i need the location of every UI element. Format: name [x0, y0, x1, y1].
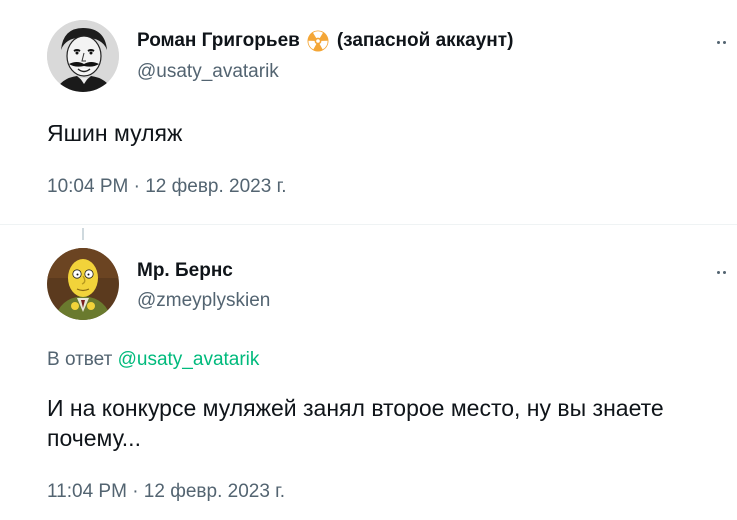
avatar[interactable]: [47, 20, 119, 92]
reply-mention-link[interactable]: @usaty_avatarik: [118, 349, 260, 370]
avatar[interactable]: [47, 248, 119, 320]
reply-context: В ответ @usaty_avatarik: [47, 348, 259, 372]
more-icon[interactable]: [717, 37, 737, 47]
tweet-text: И на конкурсе муляжей занял второе место…: [47, 395, 664, 451]
avatar-mr-burns-image: [47, 248, 119, 320]
more-icon[interactable]: [717, 267, 737, 277]
display-name-suffix[interactable]: (запасной аккаунт): [337, 29, 514, 53]
more-dot: [717, 270, 720, 274]
reply-prefix: В ответ: [47, 349, 113, 370]
author-name-line[interactable]: Роман Григорьев (запасной аккаунт): [137, 29, 513, 53]
display-name[interactable]: Роман Григорьев: [137, 29, 300, 53]
user-handle[interactable]: @zmeyplyskien: [137, 289, 270, 313]
avatar-mustache-man-image: [47, 20, 119, 92]
tweet-original[interactable]: Роман Григорьев (запасной аккаунт) @usat…: [0, 0, 737, 225]
more-dot: [723, 40, 726, 44]
tweet-timestamp[interactable]: 10:04 PM · 12 февр. 2023 г.: [47, 175, 286, 199]
tweet-reply[interactable]: Мр. Бернс @zmeyplyskien В ответ @usaty_a…: [0, 225, 737, 520]
more-dot: [723, 270, 726, 274]
radioactive-icon: [307, 30, 329, 52]
more-dot: [717, 40, 720, 44]
author-name-line[interactable]: Мр. Бернс: [137, 259, 233, 283]
tweet-timestamp[interactable]: 11:04 PM · 12 февр. 2023 г.: [47, 480, 285, 504]
tweet-text: Яшин муляж: [47, 120, 183, 146]
display-name[interactable]: Мр. Бернс: [137, 259, 233, 283]
user-handle[interactable]: @usaty_avatarik: [137, 60, 279, 84]
